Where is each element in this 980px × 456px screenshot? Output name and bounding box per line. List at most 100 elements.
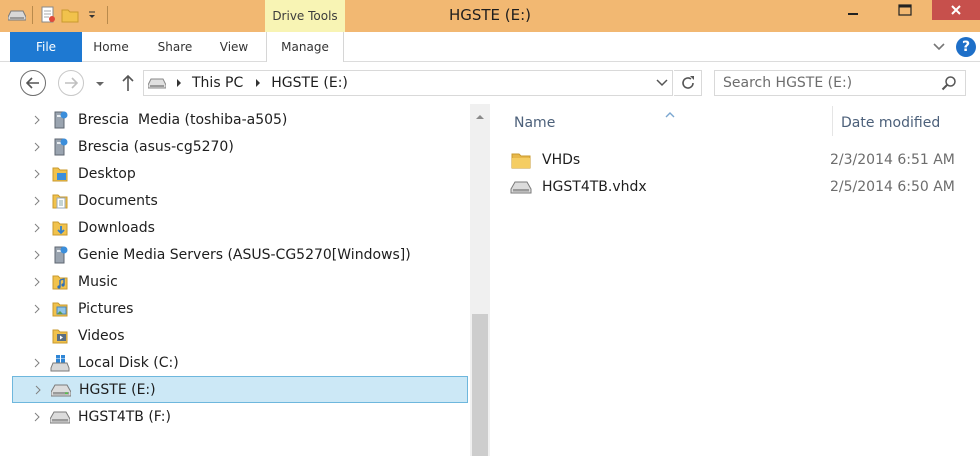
tree-item-hgste-e[interactable]: HGSTE (E:): [12, 376, 468, 403]
refresh-icon: [681, 76, 694, 89]
column-header-name[interactable]: Name: [514, 112, 814, 134]
windows-drive-icon: [48, 353, 72, 373]
expand-arrow-icon[interactable]: [30, 277, 44, 287]
media-server-icon: [48, 110, 72, 130]
expand-arrow-icon[interactable]: [30, 358, 44, 368]
file-name: HGST4TB.vhdx: [542, 179, 647, 195]
tree-item-brescia-asus[interactable]: Brescia (asus-cg5270): [12, 133, 468, 160]
minimize-icon: [848, 13, 858, 15]
address-history-dropdown[interactable]: [652, 71, 672, 95]
breadcrumb-this-pc[interactable]: This PC: [188, 75, 249, 91]
expand-arrow-icon[interactable]: [30, 250, 44, 260]
close-icon: [951, 5, 961, 15]
tab-manage[interactable]: Manage: [266, 32, 344, 62]
forward-button[interactable]: [58, 70, 84, 96]
back-button[interactable]: [20, 70, 46, 96]
nav-pane-scrollbar[interactable]: [470, 104, 490, 456]
tree-item-brescia-media[interactable]: Brescia Media (toshiba-a505): [12, 106, 468, 133]
media-server-icon: [48, 137, 72, 157]
expand-arrow-icon[interactable]: [30, 142, 44, 152]
tab-view[interactable]: View: [208, 32, 260, 62]
window-title: HGSTE (E:): [448, 6, 532, 24]
search-icon[interactable]: [941, 75, 957, 91]
tab-share[interactable]: Share: [148, 32, 202, 62]
navigation-bar: This PC HGSTE (E:) Search HGSTE (E:): [0, 63, 980, 103]
help-button[interactable]: ?: [956, 37, 976, 57]
ribbon-tab-bar: File Home Share View Manage ?: [0, 32, 980, 62]
tree-item-videos[interactable]: Videos: [12, 322, 468, 349]
expand-arrow-icon[interactable]: [30, 412, 44, 422]
chevron-down-icon: [933, 43, 945, 51]
toolbar-divider: [107, 6, 108, 24]
breadcrumb-chevron-icon[interactable]: [170, 78, 188, 88]
title-bar: Drive Tools HGSTE (E:): [0, 0, 980, 32]
tree-item-pictures[interactable]: Pictures: [12, 295, 468, 322]
minimize-button[interactable]: [838, 0, 868, 20]
tree-item-music[interactable]: Music: [12, 268, 468, 295]
tree-item-documents[interactable]: Documents: [12, 187, 468, 214]
tree-item-desktop[interactable]: Desktop: [12, 160, 468, 187]
expand-arrow-icon[interactable]: [30, 223, 44, 233]
documents-folder-icon: [48, 191, 72, 211]
sort-ascending-icon: [664, 104, 676, 118]
expand-arrow-icon[interactable]: [30, 304, 44, 314]
file-name: VHDs: [542, 152, 581, 168]
tree-item-hgst4tb-f[interactable]: HGST4TB (F:): [12, 403, 468, 430]
refresh-button[interactable]: [674, 70, 702, 96]
tree-item-label: HGSTE (E:): [79, 381, 156, 398]
pictures-folder-icon: [48, 299, 72, 319]
videos-folder-icon: [48, 326, 72, 346]
tab-file[interactable]: File: [10, 32, 82, 62]
tree-item-label: Brescia (asus-cg5270): [78, 138, 234, 155]
scrollbar-thumb[interactable]: [472, 314, 488, 456]
file-date-modified: 2/5/2014 6:50 AM: [830, 179, 955, 195]
tree-item-label: Documents: [78, 192, 158, 209]
downloads-folder-icon: [48, 218, 72, 238]
scroll-up-icon[interactable]: [470, 110, 490, 124]
breadcrumb-current-drive[interactable]: HGSTE (E:): [267, 75, 354, 91]
address-bar[interactable]: This PC HGSTE (E:): [143, 70, 673, 96]
maximize-button[interactable]: [890, 0, 920, 20]
chevron-down-icon: [656, 79, 668, 87]
expand-arrow-icon[interactable]: [31, 385, 45, 395]
tree-item-label: Brescia Media (toshiba-a505): [78, 111, 288, 128]
recent-locations-button[interactable]: [93, 75, 107, 91]
back-arrow-icon: [26, 77, 39, 89]
file-row[interactable]: HGST4TB.vhdx 2/5/2014 6:50 AM: [510, 174, 970, 200]
tree-item-label: Desktop: [78, 165, 136, 182]
expand-ribbon-button[interactable]: [930, 38, 948, 56]
folder-icon: [510, 150, 532, 170]
expand-arrow-icon[interactable]: [30, 115, 44, 125]
column-divider[interactable]: [832, 106, 833, 136]
new-folder-icon[interactable]: [59, 4, 81, 26]
properties-icon[interactable]: [37, 4, 59, 26]
forward-arrow-icon: [65, 77, 78, 89]
media-server-icon: [48, 245, 72, 265]
close-button[interactable]: [932, 0, 980, 20]
tab-home[interactable]: Home: [86, 32, 136, 62]
tree-item-label: Videos: [78, 327, 125, 344]
expand-arrow-icon[interactable]: [30, 169, 44, 179]
customize-toolbar-dropdown-icon[interactable]: [81, 4, 103, 26]
tree-item-label: Pictures: [78, 300, 134, 317]
drive-icon: [144, 77, 170, 89]
tree-item-label: Genie Media Servers (ASUS-CG5270[Windows…: [78, 246, 411, 263]
tree-item-label: Music: [78, 273, 118, 290]
toolbar-divider: [32, 6, 33, 24]
expand-arrow-icon[interactable]: [30, 196, 44, 206]
tree-item-downloads[interactable]: Downloads: [12, 214, 468, 241]
tree-item-genie-media-servers[interactable]: Genie Media Servers (ASUS-CG5270[Windows…: [12, 241, 468, 268]
tree-item-label: Downloads: [78, 219, 155, 236]
tree-item-local-disk-c[interactable]: Local Disk (C:): [12, 349, 468, 376]
music-folder-icon: [48, 272, 72, 292]
tree-item-label: HGST4TB (F:): [78, 408, 171, 425]
drive-icon[interactable]: [6, 4, 28, 26]
breadcrumb-chevron-icon[interactable]: [249, 78, 267, 88]
column-header-date-modified[interactable]: Date modified: [841, 112, 971, 134]
drive-tools-context-tab: Drive Tools: [265, 0, 345, 32]
search-input[interactable]: Search HGSTE (E:): [714, 70, 966, 96]
up-button[interactable]: [118, 72, 138, 94]
quick-access-toolbar: [6, 4, 112, 26]
file-row[interactable]: VHDs 2/3/2014 6:51 AM: [510, 147, 970, 173]
chevron-down-icon: [96, 82, 104, 86]
